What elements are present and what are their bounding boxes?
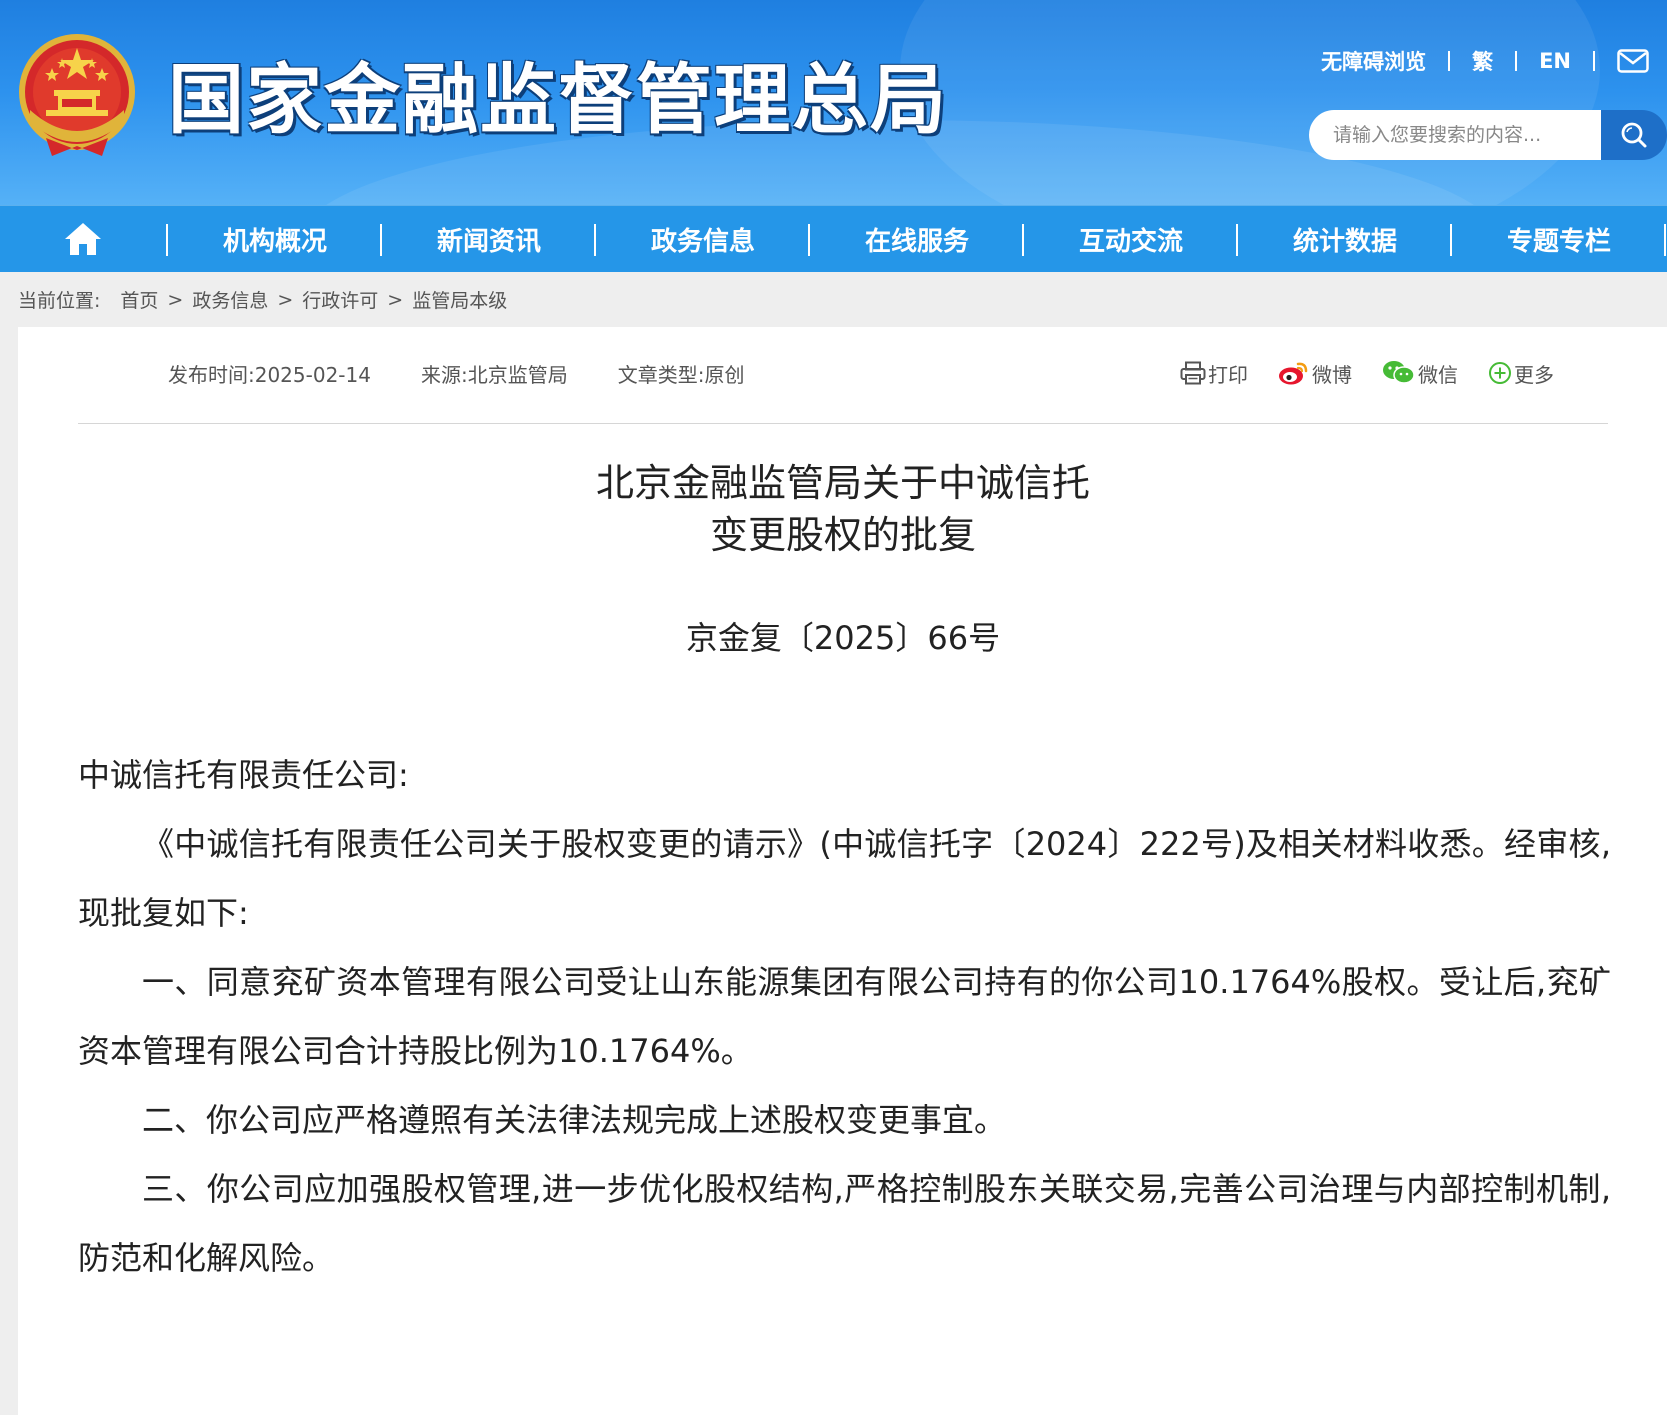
accessibility-link[interactable]: 无障碍浏览 [1299, 46, 1448, 76]
article-title-line: 变更股权的批复 [709, 513, 976, 557]
paragraph: 一、同意兖矿资本管理有限公司受让山东能源集团有限公司持有的你公司10.1764%… [78, 963, 1611, 1070]
breadcrumb-arrow: > [167, 288, 184, 311]
nav-item-special-topics[interactable]: 专题专栏 [1452, 206, 1666, 272]
breadcrumb-home[interactable]: 首页 [120, 286, 158, 313]
search-input[interactable] [1309, 110, 1601, 160]
search-button[interactable] [1601, 110, 1667, 160]
mail-link[interactable] [1595, 49, 1649, 73]
article-meta: 发布时间:2025-02-14 来源:北京监管局 文章类型:原创 [168, 355, 794, 391]
traditional-chinese-link[interactable]: 繁 [1450, 46, 1515, 76]
share-more-button[interactable]: 更多 [1488, 359, 1554, 388]
nav-divider [1664, 224, 1666, 256]
mail-icon [1617, 49, 1649, 73]
paragraph: 《中诚信托有限责任公司关于股权变更的请示》(中诚信托字〔2024〕222号)及相… [78, 825, 1611, 932]
site-header: 国家金融监督管理总局 无障碍浏览 繁 EN [0, 0, 1667, 205]
english-link[interactable]: EN [1517, 49, 1593, 73]
breadcrumb-bureau-level[interactable]: 监管局本级 [412, 286, 507, 313]
salutation: 中诚信托有限责任公司: [78, 756, 409, 794]
article-body: 中诚信托有限责任公司: 《中诚信托有限责任公司关于股权变更的请示》(中诚信托字〔… [78, 741, 1611, 1293]
article-type: 文章类型:原创 [617, 362, 745, 387]
nav-home[interactable] [0, 206, 166, 272]
article-container: 发布时间:2025-02-14 来源:北京监管局 文章类型:原创 打印 微博 微… [18, 327, 1667, 1415]
document-number: 京金复〔2025〕66号 [685, 619, 1001, 657]
weibo-label: 微博 [1312, 362, 1352, 387]
breadcrumb-label: 当前位置: [18, 290, 101, 312]
article-title: 北京金融监管局关于中诚信托 变更股权的批复 [78, 457, 1608, 561]
search-icon [1621, 122, 1647, 148]
article-source: 来源:北京监管局 [420, 362, 568, 387]
share-bar: 打印 微博 微信 更多 [1180, 355, 1554, 391]
article-title-line: 北京金融监管局关于中诚信托 [595, 461, 1090, 505]
wechat-icon [1383, 361, 1415, 384]
plus-circle-icon [1489, 362, 1511, 384]
print-label: 打印 [1208, 362, 1248, 387]
breadcrumb-arrow: > [277, 288, 294, 311]
main-nav: 机构概况 新闻资讯 政务信息 在线服务 互动交流 统计数据 专题专栏 [0, 205, 1667, 272]
nav-item-statistics[interactable]: 统计数据 [1238, 206, 1452, 272]
printer-icon [1180, 361, 1206, 385]
paragraph: 二、你公司应严格遵照有关法律法规完成上述股权变更事宜。 [142, 1101, 1007, 1139]
nav-item-government-info[interactable]: 政务信息 [596, 206, 810, 272]
publish-time: 发布时间:2025-02-14 [168, 362, 371, 387]
site-title: 国家金融监督管理总局 [168, 55, 948, 144]
national-emblem-icon [19, 34, 135, 156]
print-button[interactable]: 打印 [1180, 359, 1248, 388]
breadcrumb-administrative-license[interactable]: 行政许可 [302, 286, 378, 313]
more-label: 更多 [1514, 362, 1554, 387]
share-weibo-button[interactable]: 微博 [1278, 359, 1352, 388]
search-box [1309, 110, 1667, 160]
breadcrumb-government-info[interactable]: 政务信息 [192, 286, 268, 313]
nav-item-news[interactable]: 新闻资讯 [382, 206, 596, 272]
nav-item-online-services[interactable]: 在线服务 [810, 206, 1024, 272]
nav-item-interaction[interactable]: 互动交流 [1024, 206, 1238, 272]
breadcrumb-arrow: > [387, 288, 404, 311]
breadcrumb: 当前位置: 首页 > 政务信息 > 行政许可 > 监管局本级 [18, 272, 507, 327]
share-wechat-button[interactable]: 微信 [1382, 359, 1458, 388]
top-links: 无障碍浏览 繁 EN [1299, 44, 1649, 78]
weibo-icon [1279, 362, 1308, 385]
wechat-label: 微信 [1418, 362, 1458, 387]
paragraph: 三、你公司应加强股权管理,进一步优化股权结构,严格控制股东关联交易,完善公司治理… [78, 1170, 1611, 1277]
nav-item-about[interactable]: 机构概况 [168, 206, 382, 272]
home-icon [65, 223, 101, 255]
divider [78, 423, 1608, 424]
